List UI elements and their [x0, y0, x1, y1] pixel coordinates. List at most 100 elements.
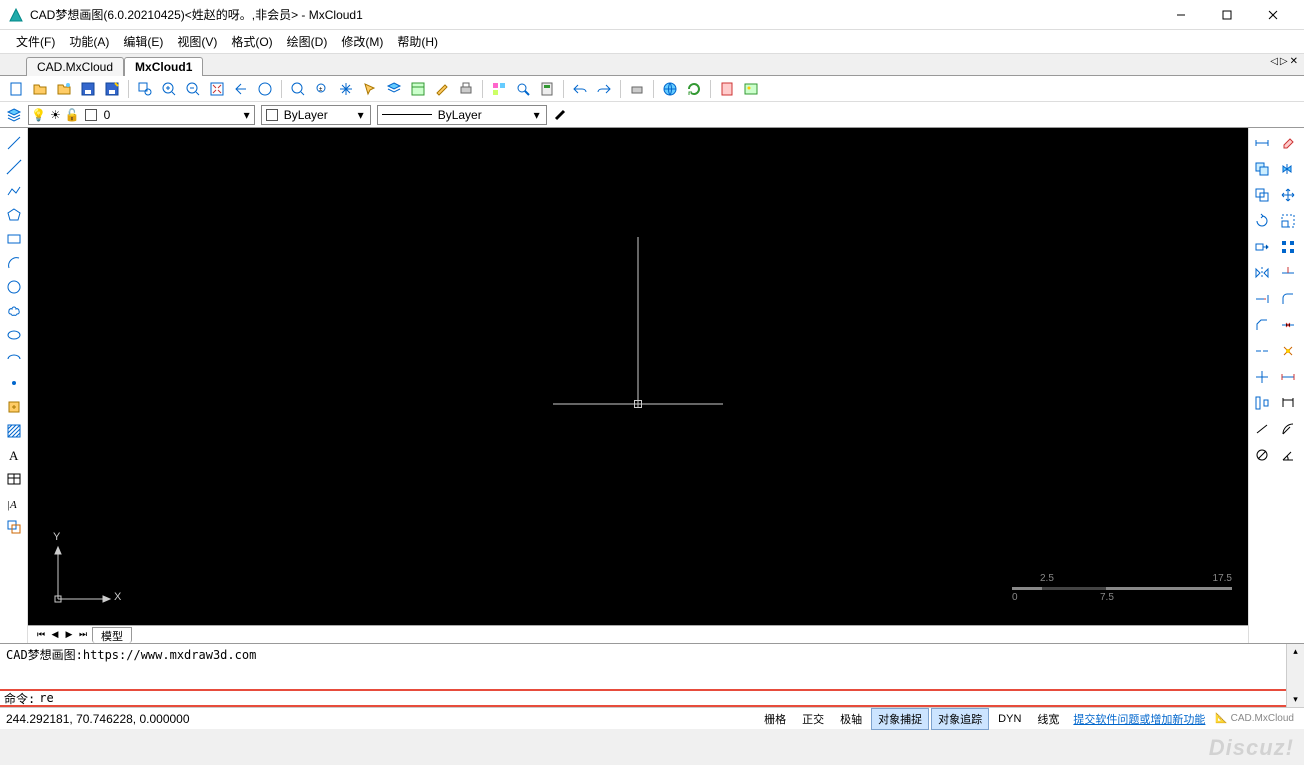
erase-icon[interactable]: [1277, 132, 1299, 154]
revcloud-icon[interactable]: [3, 300, 25, 322]
status-osnap[interactable]: 对象捕捉: [871, 708, 929, 730]
status-lineweight[interactable]: 线宽: [1030, 708, 1066, 730]
menu-file[interactable]: 文件(F): [10, 31, 61, 52]
ellipse-arc-icon[interactable]: [3, 348, 25, 370]
join-icon[interactable]: [1251, 366, 1273, 388]
zoom-scale-icon[interactable]: ±: [312, 79, 332, 99]
linetype-dropdown[interactable]: ByLayer ▾: [377, 105, 547, 125]
pan-icon[interactable]: [336, 79, 356, 99]
break-icon[interactable]: [1277, 314, 1299, 336]
image-icon[interactable]: [741, 79, 761, 99]
calculator-icon[interactable]: [537, 79, 557, 99]
zoom-in-icon[interactable]: [159, 79, 179, 99]
tab-close-icon[interactable]: ✕: [1290, 56, 1298, 67]
array-icon[interactable]: [1277, 236, 1299, 258]
break2-icon[interactable]: [1251, 340, 1273, 362]
copy-icon[interactable]: [1251, 158, 1273, 180]
mtext-icon[interactable]: |A: [3, 492, 25, 514]
select-icon[interactable]: [360, 79, 380, 99]
zoom-all-icon[interactable]: [255, 79, 275, 99]
menu-draw[interactable]: 绘图(D): [281, 31, 334, 52]
block-insert-icon[interactable]: [3, 396, 25, 418]
print-icon[interactable]: [456, 79, 476, 99]
refresh-icon[interactable]: [684, 79, 704, 99]
tab-prev-icon[interactable]: ◁: [1270, 56, 1278, 67]
layout-next-icon[interactable]: ▶: [62, 629, 76, 640]
mirror2-icon[interactable]: [1277, 158, 1299, 180]
polyline-icon[interactable]: [3, 180, 25, 202]
open-icon[interactable]: [30, 79, 50, 99]
line-icon[interactable]: [3, 132, 25, 154]
command-line[interactable]: 命令:: [0, 689, 1288, 707]
arc-icon[interactable]: [3, 252, 25, 274]
maximize-button[interactable]: [1204, 0, 1250, 30]
status-ortho[interactable]: 正交: [795, 708, 831, 730]
undo-icon[interactable]: [570, 79, 590, 99]
scale-icon[interactable]: [1277, 210, 1299, 232]
stretch-icon[interactable]: [1251, 236, 1273, 258]
menu-help[interactable]: 帮助(H): [391, 31, 444, 52]
properties-icon[interactable]: [408, 79, 428, 99]
dim-linear-icon[interactable]: [1277, 392, 1299, 414]
offset-icon[interactable]: [1251, 184, 1273, 206]
ellipse-icon[interactable]: [3, 324, 25, 346]
matchprop-icon[interactable]: [432, 79, 452, 99]
mirror-icon[interactable]: [1251, 262, 1273, 284]
layout-last-icon[interactable]: ⏭: [76, 629, 90, 640]
table-icon[interactable]: [3, 468, 25, 490]
drawing-canvas[interactable]: X Y 0 2.5 7.5 17.5: [28, 128, 1248, 625]
zoom-out-icon[interactable]: [183, 79, 203, 99]
dim-radius-icon[interactable]: [1277, 418, 1299, 440]
status-dyn[interactable]: DYN: [991, 710, 1028, 728]
menu-view[interactable]: 视图(V): [171, 31, 223, 52]
zoom-extents-icon[interactable]: [207, 79, 227, 99]
model-tab[interactable]: 模型: [92, 627, 132, 643]
minimize-button[interactable]: [1158, 0, 1204, 30]
redo-icon[interactable]: [594, 79, 614, 99]
scroll-up-icon[interactable]: ▴: [1293, 646, 1298, 657]
scroll-down-icon[interactable]: ▾: [1293, 694, 1298, 705]
zoom-realtime-icon[interactable]: [288, 79, 308, 99]
dim-diameter-icon[interactable]: [1251, 444, 1273, 466]
color-dropdown[interactable]: ByLayer ▾: [261, 105, 371, 125]
polygon-icon[interactable]: [3, 204, 25, 226]
pdf-icon[interactable]: [717, 79, 737, 99]
menu-edit[interactable]: 编辑(E): [117, 31, 169, 52]
point-icon[interactable]: [3, 372, 25, 394]
menu-modify[interactable]: 修改(M): [335, 31, 389, 52]
tab-next-icon[interactable]: ▷: [1280, 56, 1288, 67]
tab-mxcloud1[interactable]: MxCloud1: [124, 57, 203, 76]
find-icon[interactable]: [513, 79, 533, 99]
saveas-icon[interactable]: [102, 79, 122, 99]
web-icon[interactable]: [660, 79, 680, 99]
menu-format[interactable]: 格式(O): [225, 31, 278, 52]
menu-function[interactable]: 功能(A): [63, 31, 115, 52]
print2-icon[interactable]: [627, 79, 647, 99]
circle-icon[interactable]: [3, 276, 25, 298]
tab-cad-mxcloud[interactable]: CAD.MxCloud: [26, 57, 124, 76]
align-icon[interactable]: [1251, 392, 1273, 414]
text-icon[interactable]: A: [3, 444, 25, 466]
zoom-window-icon[interactable]: [135, 79, 155, 99]
layer-dropdown[interactable]: 💡 ☀ 🔓 0 ▾: [28, 105, 255, 125]
open-cloud-icon[interactable]: [54, 79, 74, 99]
zoom-previous-icon[interactable]: [231, 79, 251, 99]
fillet-icon[interactable]: [1277, 288, 1299, 310]
layout-prev-icon[interactable]: ◀: [48, 629, 62, 640]
layers-icon[interactable]: [384, 79, 404, 99]
rotate-icon[interactable]: [1251, 210, 1273, 232]
block-manager-icon[interactable]: [489, 79, 509, 99]
chamfer-icon[interactable]: [1251, 314, 1273, 336]
xline-icon[interactable]: [3, 156, 25, 178]
dim-angular-icon[interactable]: [1277, 444, 1299, 466]
feedback-link[interactable]: 提交软件问题或增加新功能: [1067, 711, 1211, 727]
trim-icon[interactable]: [1277, 262, 1299, 284]
rectangle-icon[interactable]: [3, 228, 25, 250]
new-icon[interactable]: [6, 79, 26, 99]
explode-icon[interactable]: [1277, 340, 1299, 362]
extend-icon[interactable]: [1251, 288, 1273, 310]
hatch-icon[interactable]: [3, 420, 25, 442]
lineweight-icon[interactable]: [553, 107, 569, 123]
dimension-icon[interactable]: [1251, 132, 1273, 154]
layer-manager-icon[interactable]: [6, 107, 22, 123]
